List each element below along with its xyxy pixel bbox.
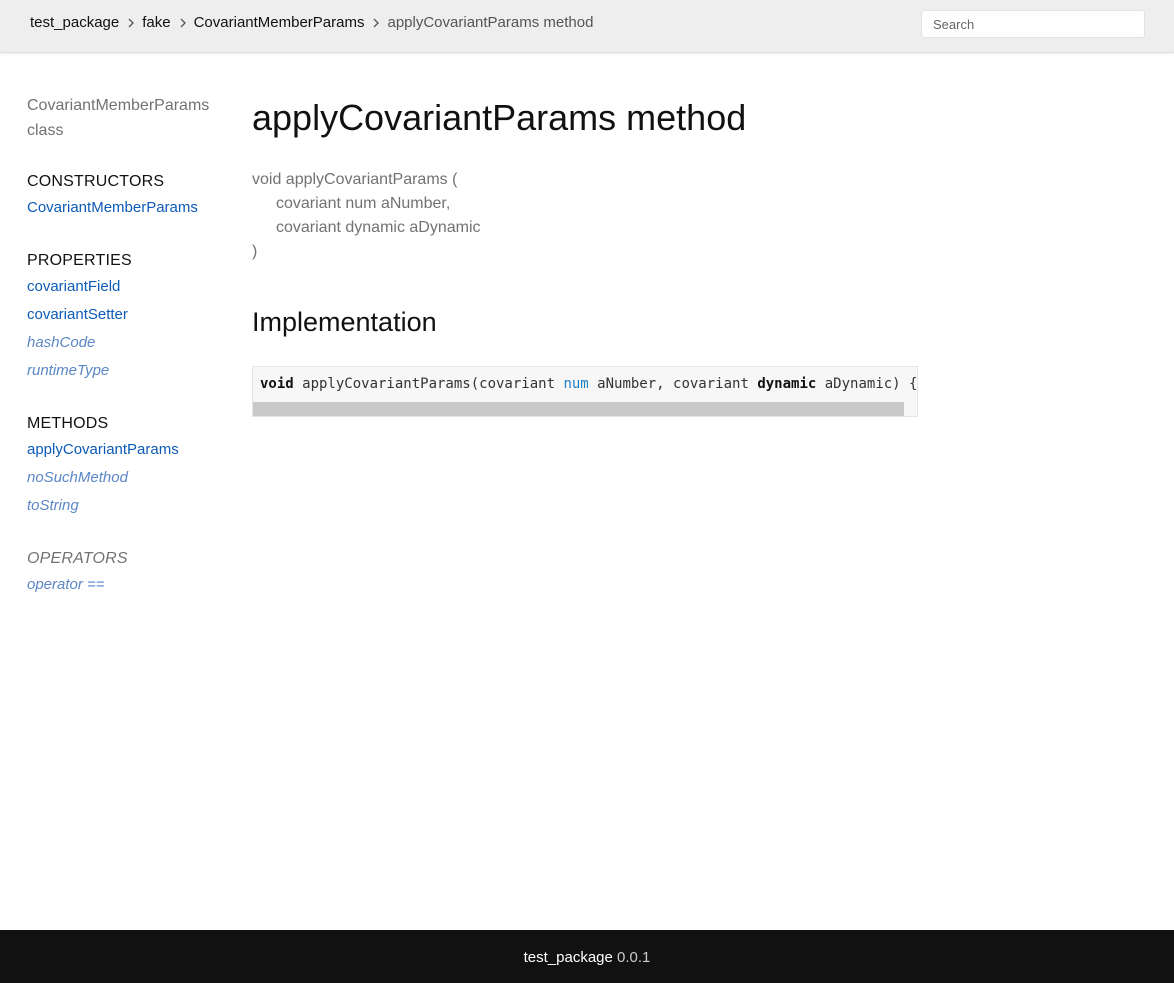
sidebar-class-title: CovariantMemberParams class: [27, 93, 227, 143]
list-item: CovariantMemberParams: [27, 194, 227, 222]
breadcrumb-class[interactable]: CovariantMemberParams: [194, 14, 365, 31]
code-block[interactable]: void applyCovariantParams(covariant num …: [252, 366, 918, 417]
breadcrumb-current: applyCovariantParams method: [387, 14, 594, 31]
sidebar-item-runtimetype[interactable]: runtimeType: [27, 362, 109, 379]
signature-param: covariant dynamic aDynamic: [276, 219, 481, 236]
sidebar-item-constructor[interactable]: CovariantMemberParams: [27, 199, 198, 216]
footer-version: 0.0.1: [617, 949, 651, 966]
breadcrumb: test_package fake CovariantMemberParams …: [30, 14, 593, 31]
page-footer: test_package 0.0.1: [0, 930, 1174, 983]
sidebar-nav: CovariantMemberParams class CONSTRUCTORS…: [27, 93, 227, 599]
operators-heading: OPERATORS: [27, 550, 128, 567]
signature-head: void applyCovariantParams (: [252, 171, 458, 188]
implementation-heading: Implementation: [252, 307, 437, 337]
code-text: aNumber, covariant: [588, 376, 758, 392]
sidebar-class-name: CovariantMemberParams: [27, 97, 210, 114]
properties-list: covariantField covariantSetter hashCode …: [27, 273, 227, 385]
methods-heading: METHODS: [27, 415, 109, 432]
signature-param: covariant num aNumber,: [276, 195, 451, 212]
list-item: runtimeType: [27, 357, 227, 385]
code-keyword: void: [260, 376, 294, 392]
top-header: test_package fake CovariantMemberParams …: [0, 0, 1174, 53]
list-item: toString: [27, 492, 227, 520]
footer-package: test_package: [523, 949, 613, 966]
properties-heading: PROPERTIES: [27, 252, 132, 269]
sidebar-item-hashcode[interactable]: hashCode: [27, 334, 95, 351]
horizontal-scrollbar[interactable]: [253, 402, 904, 416]
list-item: operator ==: [27, 571, 227, 599]
sidebar-item-operator-equals[interactable]: operator ==: [27, 576, 105, 593]
sidebar-item-applycovariantparams[interactable]: applyCovariantParams: [27, 441, 179, 458]
chevron-right-icon: [372, 18, 380, 28]
code-line: void applyCovariantParams(covariant num …: [253, 367, 917, 393]
list-item: noSuchMethod: [27, 464, 227, 492]
list-item: covariantSetter: [27, 301, 227, 329]
signature-tail: ): [252, 243, 258, 260]
chevron-right-icon: [127, 18, 135, 28]
sidebar-item-covariantfield[interactable]: covariantField: [27, 278, 120, 295]
main-content: applyCovariantParams method void applyCo…: [252, 92, 952, 417]
method-signature: void applyCovariantParams ( covariant nu…: [252, 168, 952, 264]
list-item: hashCode: [27, 329, 227, 357]
sidebar-class-kind: class: [27, 122, 64, 139]
sidebar-item-nosuchmethod[interactable]: noSuchMethod: [27, 469, 128, 486]
breadcrumb-package[interactable]: test_package: [30, 14, 119, 31]
operators-list: operator ==: [27, 571, 227, 599]
list-item: applyCovariantParams: [27, 436, 227, 464]
methods-list: applyCovariantParams noSuchMethod toStri…: [27, 436, 227, 520]
sidebar-item-tostring[interactable]: toString: [27, 497, 79, 514]
breadcrumb-library[interactable]: fake: [142, 14, 170, 31]
constructors-list: CovariantMemberParams: [27, 194, 227, 222]
code-text: aDynamic) {: [816, 376, 918, 392]
code-keyword: dynamic: [757, 376, 817, 392]
page-title: applyCovariantParams method: [252, 97, 747, 138]
constructors-heading: CONSTRUCTORS: [27, 173, 165, 190]
list-item: covariantField: [27, 273, 227, 301]
sidebar-item-covariantsetter[interactable]: covariantSetter: [27, 306, 128, 323]
search-input[interactable]: [921, 10, 1145, 38]
chevron-right-icon: [179, 18, 187, 28]
code-type: num: [563, 376, 589, 392]
code-text: applyCovariantParams(covariant: [293, 376, 564, 392]
